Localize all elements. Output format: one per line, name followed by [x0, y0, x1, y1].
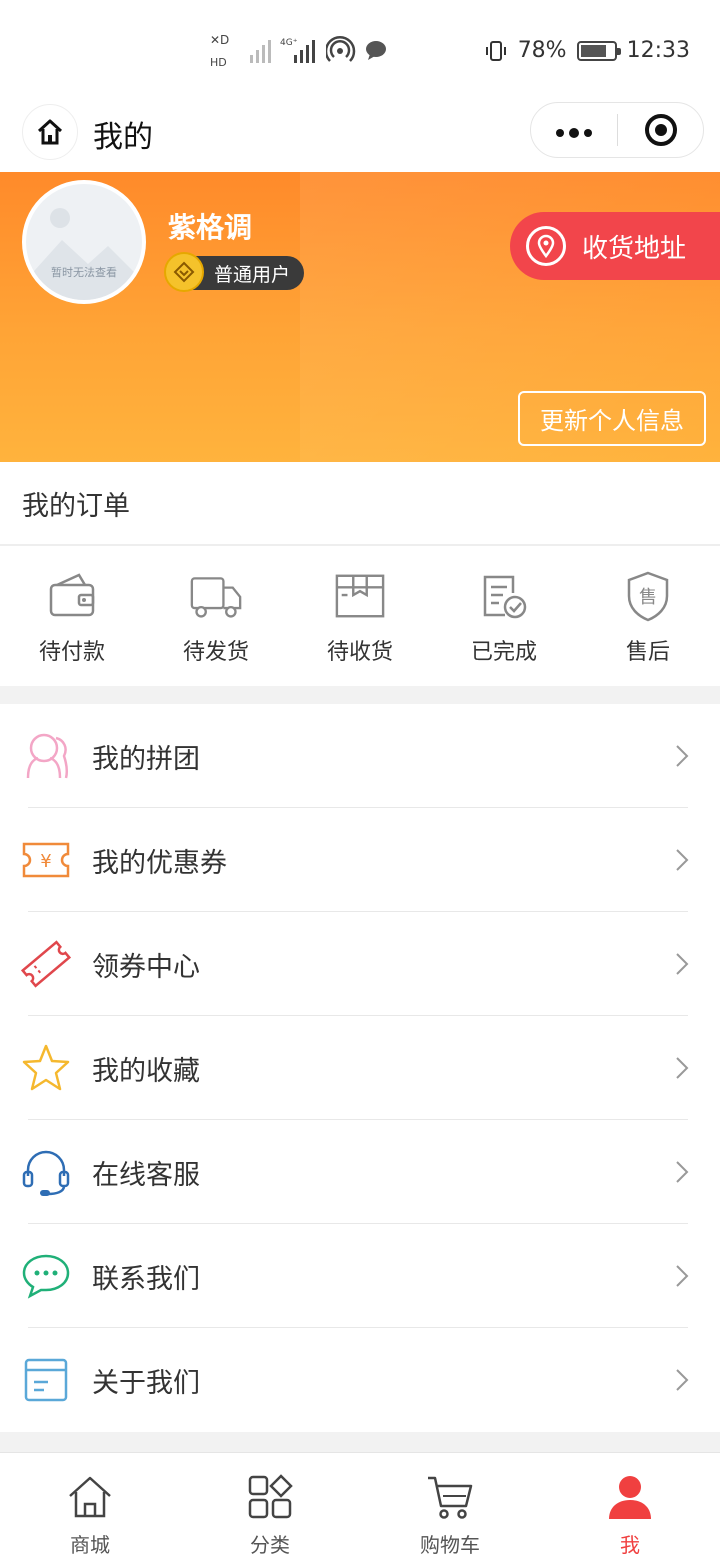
chevron-right-icon: [668, 1366, 696, 1394]
member-badge-icon: [164, 251, 204, 292]
more-button[interactable]: [531, 102, 617, 158]
chevron-right-icon: [668, 1054, 696, 1082]
bottom-tab-bar: 商城 分类 购物车 我: [0, 1452, 720, 1560]
headset-icon: [18, 1144, 74, 1200]
vibrate-icon: [485, 40, 506, 61]
shipping-address-label: 收货地址: [582, 233, 687, 264]
battery-percentage: 78%: [517, 38, 567, 63]
menu-item-label: 关于我们: [92, 1367, 200, 1399]
update-profile-button[interactable]: 更新个人信息: [518, 391, 706, 446]
tab-me[interactable]: 我: [540, 1453, 720, 1560]
image-placeholder-icon: [26, 208, 142, 300]
battery-icon: [576, 40, 621, 61]
title-bar: 我的: [0, 100, 720, 172]
ticket-icon: [18, 936, 74, 992]
svg-text:HD: HD: [210, 56, 227, 69]
truck-icon: [190, 570, 242, 622]
completed-icon: [478, 570, 530, 622]
about-card-icon: [18, 1352, 74, 1408]
cart-icon: [424, 1471, 476, 1523]
page-title: 我的: [93, 120, 153, 155]
member-level-label: 普通用户: [214, 263, 291, 286]
menu-list: 我的拼团 ¥ 我的优惠券 领券中心 我的收藏 在线客服 联系我们 关于我们: [0, 704, 720, 1432]
group-buy-icon: [18, 728, 74, 784]
menu-item-label: 领券中心: [92, 951, 200, 983]
home-icon: [37, 119, 63, 145]
avatar[interactable]: 暂时无法查看: [22, 180, 146, 304]
chevron-right-icon: [668, 1262, 696, 1290]
menu-item-coupons[interactable]: ¥ 我的优惠券: [0, 808, 720, 912]
order-completed[interactable]: 已完成: [432, 546, 576, 684]
tab-cart[interactable]: 购物车: [360, 1453, 540, 1560]
menu-item-contact-us[interactable]: 联系我们: [0, 1224, 720, 1328]
wallet-icon: [46, 570, 98, 622]
home-icon: [64, 1471, 116, 1523]
chevron-right-icon: [668, 950, 696, 978]
4g-signal-icon: 4G⁺: [280, 38, 315, 63]
order-label: 待收货: [326, 640, 393, 665]
my-orders-section: 我的订单 待付款 待发货 待收货 已完成 售 售后: [0, 462, 720, 686]
package-icon: [334, 570, 386, 622]
close-button[interactable]: [618, 114, 703, 146]
star-icon: [18, 1040, 74, 1096]
tab-category[interactable]: 分类: [180, 1453, 360, 1560]
order-pending-shipment[interactable]: 待发货: [144, 546, 288, 684]
svg-text:4G⁺: 4G⁺: [280, 38, 298, 48]
order-pending-receipt[interactable]: 待收货: [288, 546, 432, 684]
my-orders-title[interactable]: 我的订单: [0, 462, 720, 546]
tab-mall[interactable]: 商城: [0, 1453, 180, 1560]
user-icon: [604, 1471, 656, 1523]
category-icon: [244, 1471, 296, 1523]
menu-item-label: 在线客服: [92, 1159, 200, 1191]
after-sales-shield-icon: 售: [622, 570, 674, 622]
menu-item-group-buy[interactable]: 我的拼团: [0, 704, 720, 808]
chevron-right-icon: [668, 742, 696, 770]
mini-program-capsule: [530, 102, 704, 158]
menu-item-favorites[interactable]: 我的收藏: [0, 1016, 720, 1120]
home-button[interactable]: [22, 104, 78, 160]
menu-item-label: 我的收藏: [92, 1055, 200, 1087]
message-notification-icon: [366, 41, 386, 60]
menu-item-online-service[interactable]: 在线客服: [0, 1120, 720, 1224]
order-label: 已完成: [470, 640, 537, 665]
more-dots-icon: [556, 128, 592, 138]
order-pending-payment[interactable]: 待付款: [0, 546, 144, 684]
tab-label: 我: [620, 1533, 640, 1557]
user-name: 紫格调: [168, 211, 253, 244]
menu-item-label: 联系我们: [92, 1263, 200, 1295]
svg-text:¥: ¥: [40, 851, 51, 872]
menu-item-coupon-center[interactable]: 领券中心: [0, 912, 720, 1016]
status-bar: ✕D HD 4G⁺ 78% 12:33: [0, 0, 720, 100]
order-after-sales[interactable]: 售 售后: [576, 546, 720, 684]
status-right: 78% 12:33: [484, 38, 690, 63]
order-status-row: 待付款 待发货 待收货 已完成 售 售后: [0, 546, 720, 684]
chevron-right-icon: [668, 1158, 696, 1186]
tab-label: 购物车: [420, 1533, 480, 1557]
member-level-badge: 普通用户: [164, 251, 305, 292]
profile-header: 暂时无法查看 紫格调 普通用户 收货地址 更新个人信息: [0, 172, 720, 462]
order-label: 售后: [625, 640, 670, 665]
hotspot-icon: [326, 35, 356, 62]
menu-item-about-us[interactable]: 关于我们: [0, 1328, 720, 1432]
chevron-right-icon: [668, 846, 696, 874]
tab-label: 商城: [70, 1533, 110, 1557]
coupon-icon: ¥: [18, 832, 74, 888]
clock: 12:33: [626, 38, 690, 63]
status-left: ✕D HD 4G⁺: [210, 30, 388, 70]
location-pin-icon: [526, 226, 566, 266]
order-label: 待付款: [38, 640, 105, 665]
avatar-placeholder-text: 暂时无法查看: [51, 266, 117, 279]
hd-signal-icon: ✕D HD: [210, 33, 229, 69]
order-label: 待发货: [182, 640, 249, 665]
target-icon: [644, 114, 677, 146]
menu-item-label: 我的优惠券: [92, 847, 227, 879]
svg-text:✕D: ✕D: [210, 33, 229, 47]
menu-item-label: 我的拼团: [92, 743, 200, 775]
svg-text:售: 售: [639, 587, 657, 608]
tab-label: 分类: [250, 1533, 290, 1557]
shipping-address-button[interactable]: 收货地址: [510, 212, 720, 280]
no-sim-signal-icon: [250, 40, 271, 63]
chat-icon: [18, 1248, 74, 1304]
